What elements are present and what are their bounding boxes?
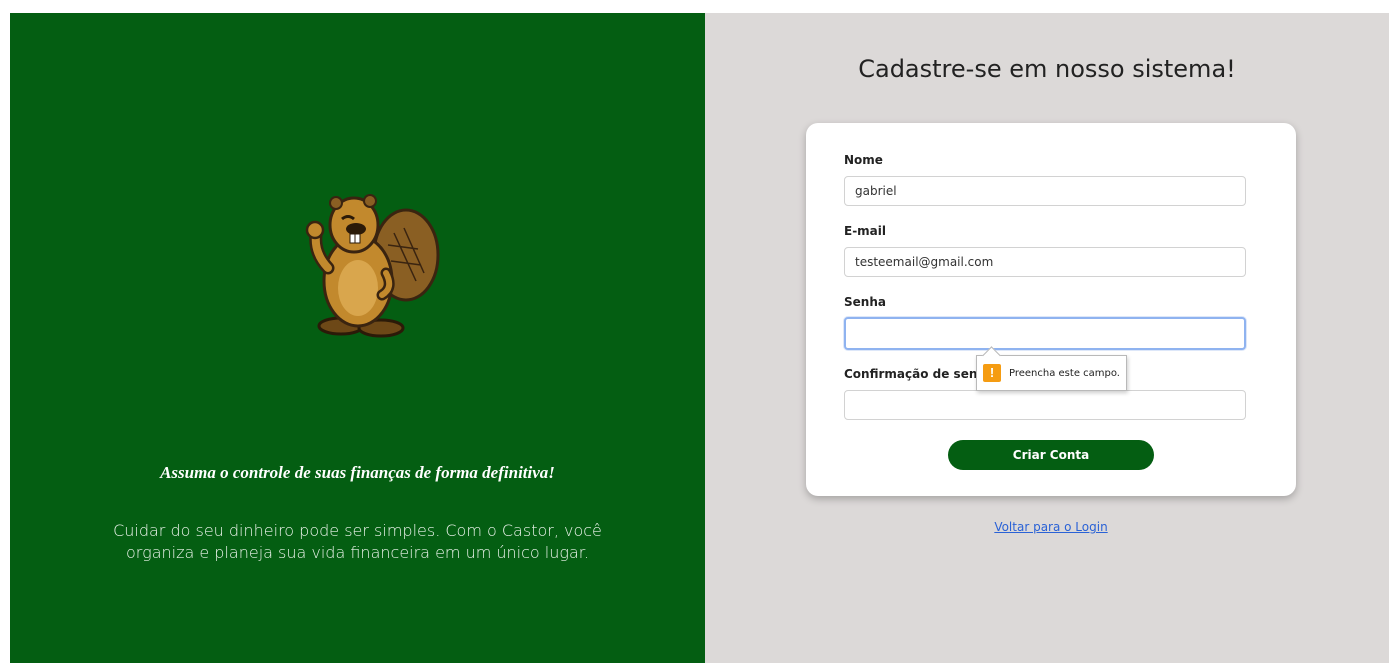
page-title: Cadastre-se em nosso sistema! — [858, 55, 1236, 83]
confirm-password-input[interactable] — [844, 390, 1246, 420]
back-to-login-link[interactable]: Voltar para o Login — [705, 520, 1389, 534]
email-input[interactable]: testeemail@gmail.com — [844, 247, 1246, 277]
password-label: Senha — [844, 295, 886, 309]
signup-panel: Cadastre-se em nosso sistema! Nome gabri… — [705, 13, 1389, 663]
warning-icon: ! — [983, 364, 1001, 382]
hero-panel: Assuma o controle de suas finanças de fo… — [10, 13, 705, 663]
confirm-password-label: Confirmação de senha — [844, 367, 995, 381]
password-input[interactable] — [844, 317, 1246, 350]
hero-description: Cuidar do seu dinheiro pode ser simples.… — [113, 521, 602, 562]
validation-tooltip: ! Preencha este campo. — [976, 355, 1127, 391]
hero-tagline: Assuma o controle de suas finanças de fo… — [160, 463, 555, 482]
name-input[interactable]: gabriel — [844, 176, 1246, 206]
signup-card: Nome gabriel E-mail testeemail@gmail.com… — [806, 123, 1296, 496]
beaver-mascot-icon — [305, 194, 440, 338]
email-label: E-mail — [844, 224, 887, 238]
name-label: Nome — [844, 153, 883, 167]
create-account-button[interactable]: Criar Conta — [948, 440, 1154, 470]
validation-message: Preencha este campo. — [1009, 367, 1120, 379]
